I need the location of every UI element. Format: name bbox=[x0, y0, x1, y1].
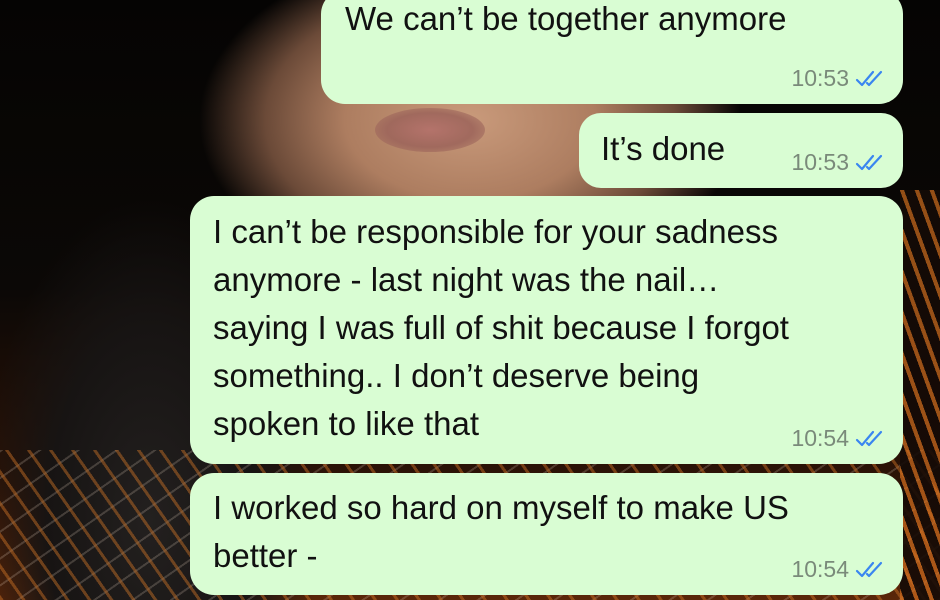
chat-view[interactable]: We can’t be together anymore 10:53 It’s … bbox=[0, 0, 940, 600]
message-time: 10:53 bbox=[791, 149, 849, 175]
double-check-read-icon bbox=[855, 153, 885, 173]
wallpaper-detail bbox=[375, 108, 485, 152]
message-meta: 10:53 bbox=[791, 149, 885, 176]
double-check-read-icon bbox=[855, 429, 885, 449]
wallpaper-edge-pattern bbox=[900, 190, 940, 600]
outgoing-message-bubble[interactable]: It’s done 10:53 bbox=[579, 113, 903, 188]
message-time: 10:54 bbox=[791, 425, 849, 451]
outgoing-message-bubble[interactable]: We can’t be together anymore 10:53 bbox=[321, 0, 903, 104]
message-time: 10:54 bbox=[791, 556, 849, 582]
message-meta: 10:53 bbox=[791, 65, 885, 92]
message-meta: 10:54 bbox=[791, 556, 885, 583]
message-text: We can’t be together anymore bbox=[345, 0, 787, 37]
message-time: 10:53 bbox=[791, 65, 849, 91]
message-text: I can’t be responsible for your sadness … bbox=[213, 213, 789, 442]
outgoing-message-bubble[interactable]: I can’t be responsible for your sadness … bbox=[190, 196, 903, 464]
outgoing-message-bubble[interactable]: I worked so hard on myself to make US be… bbox=[190, 473, 903, 595]
double-check-read-icon bbox=[855, 69, 885, 89]
message-text: I worked so hard on myself to make US be… bbox=[213, 489, 789, 574]
message-meta: 10:54 bbox=[791, 425, 885, 452]
double-check-read-icon bbox=[855, 560, 885, 580]
message-text: It’s done bbox=[601, 130, 726, 167]
